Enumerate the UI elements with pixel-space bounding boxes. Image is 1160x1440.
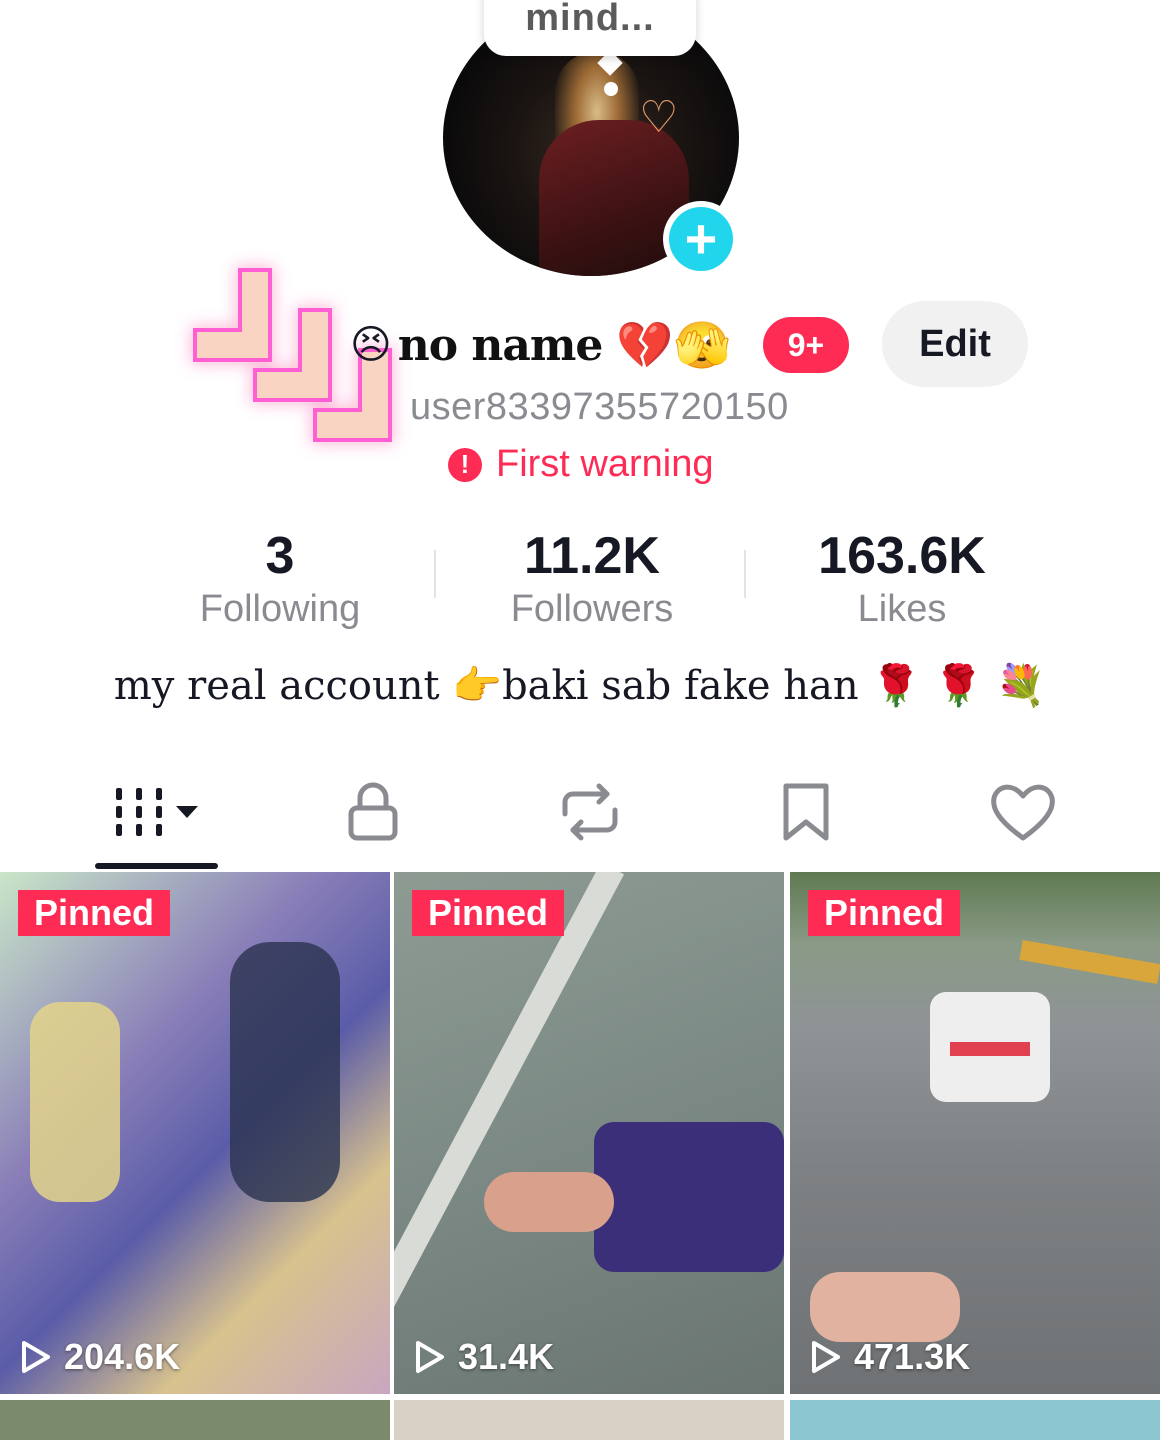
play-icon <box>416 1341 444 1373</box>
lock-icon <box>348 782 398 841</box>
notification-badge[interactable]: 9+ <box>763 317 849 373</box>
warning-text: First warning <box>496 443 714 485</box>
view-count: 204.6K <box>20 1336 180 1378</box>
stat-following[interactable]: 3 Following <box>130 528 430 634</box>
video-thumbnail[interactable]: Pinned 204.6K <box>0 872 390 1394</box>
tab-liked[interactable] <box>963 770 1083 854</box>
video-thumbnail[interactable] <box>394 1400 784 1440</box>
status-bubble[interactable]: mind... <box>484 0 696 56</box>
profile-name: no name <box>397 319 604 371</box>
stat-value: 3 <box>265 527 295 585</box>
avatar-heart-hands: ♡ <box>639 93 679 142</box>
view-count: 471.3K <box>810 1336 970 1378</box>
stat-likes[interactable]: 163.6K Likes <box>752 528 1052 634</box>
pinned-badge: Pinned <box>808 890 961 936</box>
stat-divider <box>744 550 746 598</box>
thumbnail-shape <box>594 1122 784 1272</box>
stat-label: Likes <box>857 588 947 630</box>
view-count-text: 31.4K <box>458 1336 555 1377</box>
tab-private[interactable] <box>313 770 433 854</box>
add-avatar-button[interactable]: + <box>663 201 739 277</box>
first-warning-link[interactable]: ! First warning <box>448 443 714 486</box>
edit-profile-button[interactable]: Edit <box>882 301 1028 387</box>
warning-icon: ! <box>448 447 482 482</box>
play-icon <box>812 1341 840 1373</box>
profile-name-row: 😣 no name 💔🫣 <box>350 313 731 377</box>
status-bubble-text: mind... <box>525 0 655 39</box>
stat-value: 163.6K <box>818 527 986 585</box>
tab-selected-indicator <box>95 863 218 869</box>
thumbnail-shape <box>810 1272 960 1342</box>
pinned-badge: Pinned <box>18 890 171 936</box>
status-bubble-dot <box>604 82 618 96</box>
thumbnail-shape <box>30 1002 120 1202</box>
stat-followers[interactable]: 11.2K Followers <box>442 528 742 634</box>
thumbnail-shape <box>484 1172 614 1232</box>
tab-reposts[interactable] <box>530 770 650 854</box>
profile-bio: my real account 👉baki sab fake han 🌹 🌹 💐 <box>113 663 1047 709</box>
tab-favorites[interactable] <box>746 770 866 854</box>
view-count: 31.4K <box>414 1336 554 1378</box>
name-suffix-emoji: 💔🫣 <box>616 318 731 371</box>
video-thumbnail[interactable] <box>790 1400 1160 1440</box>
profile-username: user83397355720150 <box>410 386 789 428</box>
thumbnail-shape <box>1019 939 1160 985</box>
view-count-text: 471.3K <box>854 1336 971 1377</box>
stat-label: Following <box>199 588 361 630</box>
repost-icon <box>562 783 618 841</box>
stat-divider <box>434 550 436 598</box>
thumbnail-shape <box>950 1042 1030 1056</box>
stat-value: 11.2K <box>524 527 660 585</box>
bookmark-icon <box>783 783 829 841</box>
thumbnail-shape <box>230 942 340 1202</box>
play-icon <box>22 1341 50 1373</box>
plus-icon: + <box>669 207 733 271</box>
thumbnail-shape <box>394 872 625 1394</box>
tab-videos[interactable] <box>98 770 218 854</box>
video-thumbnail[interactable]: Pinned 31.4K <box>394 872 784 1394</box>
heart-icon <box>991 784 1055 841</box>
video-thumbnail[interactable] <box>0 1400 390 1440</box>
stat-label: Followers <box>510 588 674 630</box>
pinned-badge: Pinned <box>412 890 565 936</box>
name-prefix-emoji: 😣 <box>350 323 392 367</box>
video-thumbnail[interactable]: Pinned 471.3K <box>790 872 1160 1394</box>
view-count-text: 204.6K <box>64 1336 181 1377</box>
videos-grid-icon <box>116 788 198 836</box>
